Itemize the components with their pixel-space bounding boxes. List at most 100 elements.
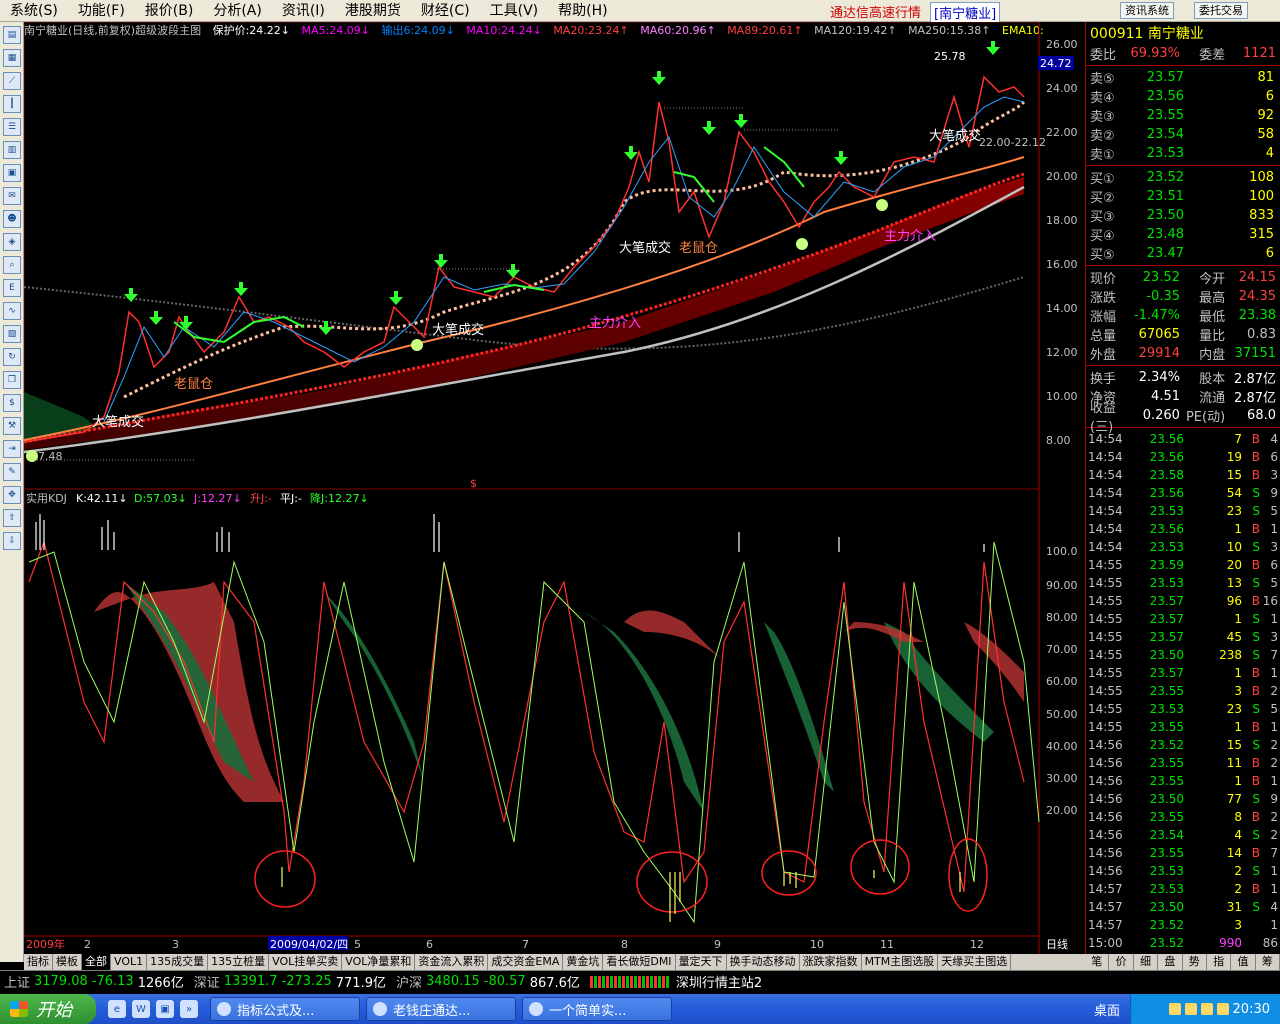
sell-row[interactable]: 卖① 23.53 4	[1086, 144, 1280, 163]
indicator-tab[interactable]: 成交资金EMA	[488, 954, 564, 970]
stat-row: 收益(三) 0.260 PE(动) 68.0	[1086, 401, 1280, 435]
expand-icon[interactable]: »	[180, 1000, 198, 1018]
right-panel-tab[interactable]: 盘	[1158, 954, 1183, 970]
chart-area[interactable]: 南宁糖业(日线,前复权)超级波段主图 保护价:24.22↓ MA5:24.09↓…	[24, 22, 1085, 954]
sell-row[interactable]: 卖② 23.54 58	[1086, 125, 1280, 144]
move-icon[interactable]: ✥	[3, 486, 21, 504]
exit-icon[interactable]: ⇥	[3, 440, 21, 458]
app-icon[interactable]: ▣	[156, 1000, 174, 1018]
arrow-up-icon[interactable]: ⇧	[3, 509, 21, 527]
indicator-tab[interactable]: 量定天下	[676, 954, 727, 970]
menu-hk-futures[interactable]: 港股期货	[335, 0, 411, 22]
indicator-tab[interactable]: 天缘买主图选	[938, 954, 1012, 970]
table-icon[interactable]: ▥	[3, 141, 21, 159]
menu-finance[interactable]: 财经(C)	[411, 0, 480, 22]
task-button[interactable]: 老钱庄通达...	[366, 997, 516, 1021]
word-icon[interactable]: W	[132, 1000, 150, 1018]
ie-icon[interactable]: e	[108, 1000, 126, 1018]
tick-row: 14:56 23.55 11 B 2	[1086, 754, 1280, 772]
indicator-tab[interactable]: 换手动态移动	[727, 954, 800, 970]
info-system-button[interactable]: 资讯系统	[1120, 2, 1174, 19]
menu-help[interactable]: 帮助(H)	[548, 0, 617, 22]
report-icon[interactable]: ▣	[3, 164, 21, 182]
sell-row[interactable]: 卖③ 23.55 92	[1086, 106, 1280, 125]
calc-icon[interactable]: ▧	[3, 325, 21, 343]
right-panel-tab[interactable]: 势	[1183, 954, 1207, 970]
task-button[interactable]: 指标公式及...	[210, 997, 360, 1021]
pen-icon[interactable]: ✎	[3, 463, 21, 481]
sell-row[interactable]: 卖④ 23.56 6	[1086, 87, 1280, 106]
stat-label: 最低	[1199, 310, 1226, 325]
wave-icon[interactable]: ∿	[3, 302, 21, 320]
dollar-icon[interactable]: $	[3, 394, 21, 412]
trade-button[interactable]: 委托交易	[1194, 2, 1248, 19]
buy-row[interactable]: 买③ 23.50 833	[1086, 206, 1280, 225]
sh-amount: 1266亿	[137, 976, 184, 991]
tick-side: B	[1251, 594, 1260, 608]
start-label: 开始	[36, 1000, 72, 1021]
buy-row[interactable]: 买⑤ 23.47 6	[1086, 244, 1280, 263]
indicator-tab[interactable]: 资金流入累积	[415, 954, 489, 970]
indicator-tab[interactable]: 指标	[24, 954, 53, 970]
indicator-tab[interactable]: VOL挂单买卖	[269, 954, 343, 970]
network-icon[interactable]	[1168, 1003, 1181, 1015]
indicator-tab[interactable]: 看长做短DMI	[603, 954, 676, 970]
users-icon[interactable]: ☻	[3, 210, 21, 228]
tick-price: 23.50	[1149, 648, 1184, 662]
indicator-tab[interactable]: VOL净量累和	[342, 954, 416, 970]
menu-analysis[interactable]: 分析(A)	[203, 0, 272, 22]
wrench-icon[interactable]: ⚒	[3, 417, 21, 435]
mail-icon[interactable]: ✉	[3, 187, 21, 205]
tick-volume: 20	[1226, 558, 1242, 572]
tick-time: 14:55	[1088, 648, 1123, 662]
kdj-tick: 40.00	[1046, 740, 1078, 753]
buy-row[interactable]: 买① 23.52 108	[1086, 168, 1280, 187]
indicator-tab[interactable]: VOL1	[111, 954, 148, 970]
menu-system[interactable]: 系统(S)	[0, 0, 68, 22]
indicator-tab[interactable]: 黄金坑	[563, 954, 604, 970]
right-panel-tab[interactable]: 指	[1207, 954, 1232, 970]
line-chart-icon[interactable]: ⟋	[3, 72, 21, 90]
indicator-tab[interactable]: 135成交量	[147, 954, 209, 970]
indicator-tab[interactable]: 涨跌家指数	[800, 954, 862, 970]
red-band	[24, 177, 1024, 450]
window-icon[interactable]: ❐	[3, 371, 21, 389]
volume-icon[interactable]	[1200, 1003, 1213, 1015]
menu-info[interactable]: 资讯(I)	[272, 0, 335, 22]
sell-row[interactable]: 卖⑤ 23.57 81	[1086, 68, 1280, 87]
menu-quote[interactable]: 报价(B)	[135, 0, 204, 22]
indicator-tab[interactable]: MTM主图选股	[862, 954, 939, 970]
right-panel-tab[interactable]: 值	[1231, 954, 1256, 970]
arrow-down-icon[interactable]: ⇩	[3, 532, 21, 550]
buy-row[interactable]: 买④ 23.48 315	[1086, 225, 1280, 244]
chart-icon[interactable]: ◈	[3, 233, 21, 251]
search-icon[interactable]: ⌕	[3, 256, 21, 274]
task-button[interactable]: 一个简单实...	[522, 997, 672, 1021]
grid-icon[interactable]: ▦	[3, 49, 21, 67]
refresh-icon[interactable]: ↻	[3, 348, 21, 366]
gear-icon	[373, 1002, 387, 1016]
tick-price: 23.52	[1149, 918, 1184, 932]
right-panel-tab[interactable]: 价	[1109, 954, 1134, 970]
list-icon[interactable]: ☰	[3, 118, 21, 136]
menu-function[interactable]: 功能(F)	[68, 0, 135, 22]
menu-tools[interactable]: 工具(V)	[480, 0, 549, 22]
desktop-label[interactable]: 桌面	[1094, 1000, 1120, 1019]
tick-list[interactable]: 14:54 23.56 7 B 4 14:54 23.56 19 B 6 14:54 23.58 15 B…	[1086, 430, 1280, 952]
buy-row[interactable]: 买② 23.51 100	[1086, 187, 1280, 206]
tick-side: S	[1252, 828, 1260, 842]
start-button[interactable]: 开始	[0, 994, 96, 1024]
candle-chart-icon[interactable]: ┃	[3, 95, 21, 113]
doc-icon[interactable]: ▤	[3, 26, 21, 44]
shield-icon[interactable]	[1184, 1003, 1197, 1015]
right-panel-tab[interactable]: 筹	[1256, 954, 1280, 970]
indicator-tab[interactable]: 135立桩量	[208, 954, 270, 970]
right-panel-tab[interactable]: 笔	[1085, 954, 1110, 970]
big-trade-label: 大笔成交	[432, 322, 484, 338]
indicator-tab[interactable]: 全部	[82, 954, 111, 970]
stat-row: 涨跌 -0.35 最高 24.35	[1086, 287, 1280, 306]
update-icon[interactable]	[1216, 1003, 1229, 1015]
indicator-tab[interactable]: 模板	[53, 954, 82, 970]
right-panel-tab[interactable]: 细	[1134, 954, 1159, 970]
etf-icon[interactable]: E	[3, 279, 21, 297]
